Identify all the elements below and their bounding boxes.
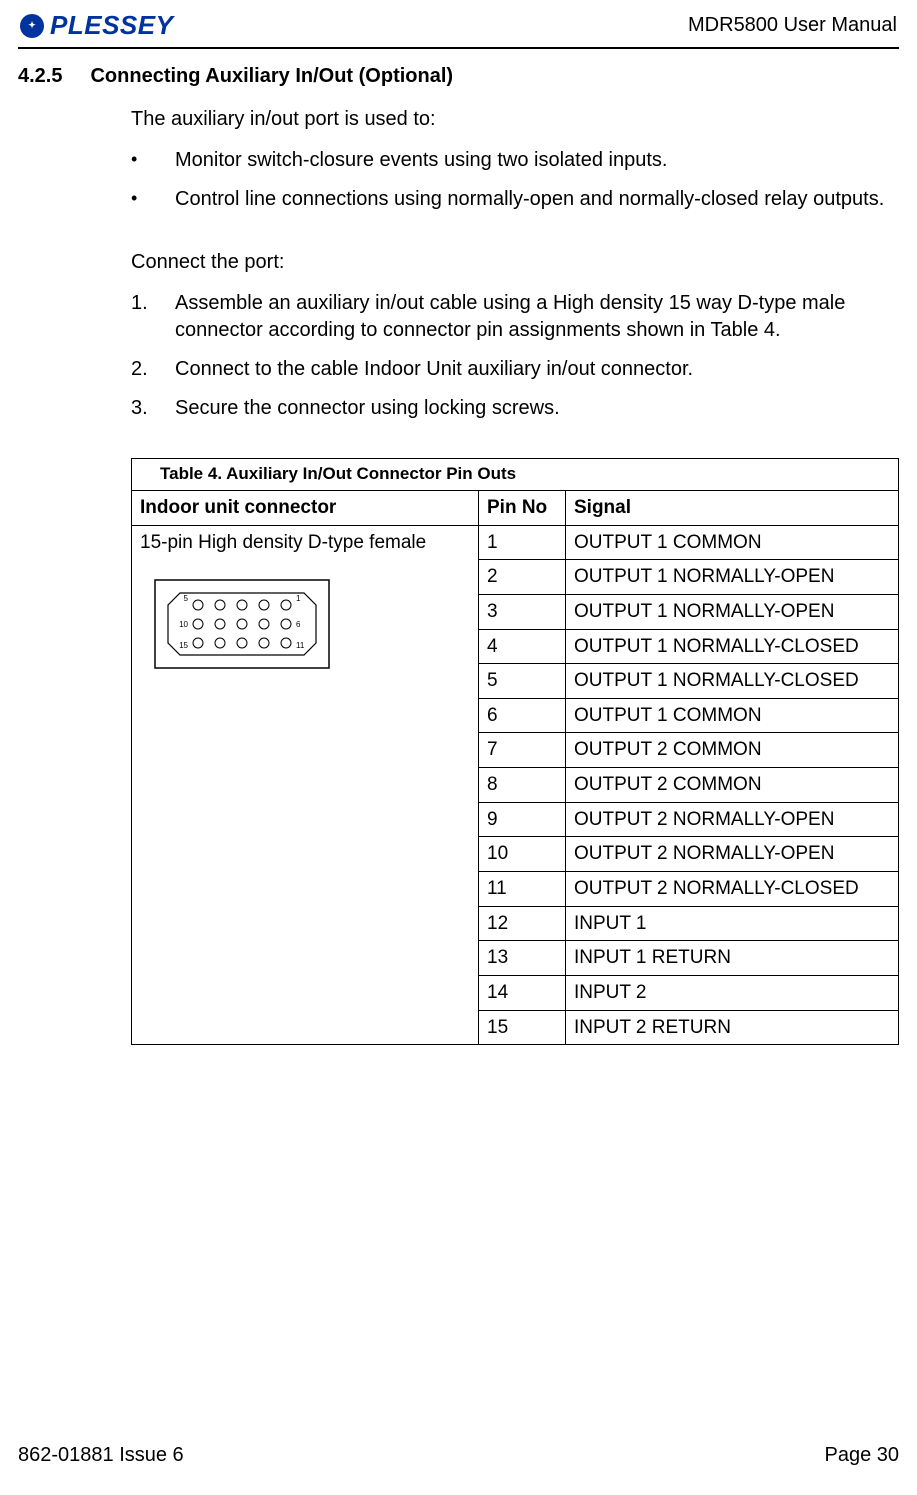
document-title: MDR5800 User Manual <box>688 14 897 37</box>
signal-cell: OUTPUT 1 NORMALLY-CLOSED <box>566 664 899 699</box>
pin-label: 6 <box>296 620 301 629</box>
table-row: 15-pin High density D-type female <box>132 525 899 560</box>
page: ✦ PLESSEY MDR5800 User Manual 4.2.5 Conn… <box>0 0 917 1495</box>
pin-cell: 1 <box>479 525 566 560</box>
intro-paragraph: The auxiliary in/out port is used to: <box>131 106 899 133</box>
pin-label: 1 <box>296 594 301 603</box>
step-item: 3. Secure the connector using locking sc… <box>131 395 899 422</box>
pin-cell: 2 <box>479 560 566 595</box>
table-caption: Table 4. Auxiliary In/Out Connector Pin … <box>132 459 899 491</box>
signal-cell: OUTPUT 2 NORMALLY-OPEN <box>566 802 899 837</box>
header-divider <box>18 47 899 49</box>
col-header-connector: Indoor unit connector <box>132 490 479 525</box>
pin-cell: 11 <box>479 871 566 906</box>
signal-cell: OUTPUT 1 COMMON <box>566 525 899 560</box>
pin-cell: 12 <box>479 906 566 941</box>
pin-label: 15 <box>179 641 188 650</box>
section-title: Connecting Auxiliary In/Out (Optional) <box>90 65 453 88</box>
pin-cell: 4 <box>479 629 566 664</box>
step-text: Assemble an auxiliary in/out cable using… <box>175 290 899 344</box>
col-header-pin: Pin No <box>479 490 566 525</box>
col-header-signal: Signal <box>566 490 899 525</box>
pin-label: 11 <box>296 641 305 650</box>
step-number: 1. <box>131 290 175 344</box>
connector-diagram: 5 1 10 6 15 11 <box>154 579 330 677</box>
pin-cell: 15 <box>479 1010 566 1045</box>
bullet-item: • Monitor switch-closure events using tw… <box>131 147 899 174</box>
footer-left: 862-01881 Issue 6 <box>18 1444 184 1467</box>
signal-cell: OUTPUT 2 NORMALLY-CLOSED <box>566 871 899 906</box>
table-header-row: Indoor unit connector Pin No Signal <box>132 490 899 525</box>
pinout-table: Table 4. Auxiliary In/Out Connector Pin … <box>131 458 899 1045</box>
signal-cell: INPUT 1 RETURN <box>566 941 899 976</box>
pin-cell: 6 <box>479 698 566 733</box>
brand-name: PLESSEY <box>50 10 173 41</box>
step-text: Secure the connector using locking screw… <box>175 395 899 422</box>
pin-label: 10 <box>179 620 188 629</box>
step-text: Connect to the cable Indoor Unit auxilia… <box>175 356 899 383</box>
pin-cell: 7 <box>479 733 566 768</box>
pin-cell: 9 <box>479 802 566 837</box>
section-number: 4.2.5 <box>18 65 62 88</box>
signal-cell: OUTPUT 2 COMMON <box>566 768 899 803</box>
step-number: 2. <box>131 356 175 383</box>
signal-cell: OUTPUT 2 COMMON <box>566 733 899 768</box>
brand-logo: ✦ PLESSEY <box>20 10 173 41</box>
signal-cell: OUTPUT 2 NORMALLY-OPEN <box>566 837 899 872</box>
bullet-marker: • <box>131 186 175 213</box>
section-heading: 4.2.5 Connecting Auxiliary In/Out (Optio… <box>18 65 899 88</box>
signal-cell: INPUT 2 RETURN <box>566 1010 899 1045</box>
bullet-item: • Control line connections using normall… <box>131 186 899 213</box>
footer-right: Page 30 <box>824 1444 899 1467</box>
step-item: 2. Connect to the cable Indoor Unit auxi… <box>131 356 899 383</box>
signal-cell: OUTPUT 1 COMMON <box>566 698 899 733</box>
connector-type-label: 15-pin High density D-type female <box>140 530 470 556</box>
signal-cell: OUTPUT 1 NORMALLY-CLOSED <box>566 629 899 664</box>
signal-cell: OUTPUT 1 NORMALLY-OPEN <box>566 560 899 595</box>
pin-cell: 14 <box>479 975 566 1010</box>
pin-cell: 5 <box>479 664 566 699</box>
bullet-text: Control line connections using normally-… <box>175 186 899 213</box>
connector-cell: 15-pin High density D-type female <box>132 525 479 1045</box>
bullet-marker: • <box>131 147 175 174</box>
signal-cell: OUTPUT 1 NORMALLY-OPEN <box>566 594 899 629</box>
step-number: 3. <box>131 395 175 422</box>
signal-cell: INPUT 2 <box>566 975 899 1010</box>
logo-mark: ✦ <box>20 14 44 38</box>
bullet-text: Monitor switch-closure events using two … <box>175 147 899 174</box>
pin-cell: 8 <box>479 768 566 803</box>
pin-cell: 13 <box>479 941 566 976</box>
page-header: ✦ PLESSEY MDR5800 User Manual <box>18 10 899 47</box>
page-footer: 862-01881 Issue 6 Page 30 <box>18 1444 899 1467</box>
db15-connector-icon: 5 1 10 6 15 11 <box>154 579 330 669</box>
step-item: 1. Assemble an auxiliary in/out cable us… <box>131 290 899 344</box>
table-caption-row: Table 4. Auxiliary In/Out Connector Pin … <box>132 459 899 491</box>
signal-cell: INPUT 1 <box>566 906 899 941</box>
pin-cell: 10 <box>479 837 566 872</box>
pin-cell: 3 <box>479 594 566 629</box>
section-body: The auxiliary in/out port is used to: • … <box>131 106 899 1045</box>
pin-label: 5 <box>184 594 189 603</box>
logo-mark-inner: ✦ <box>28 20 36 31</box>
connect-label: Connect the port: <box>131 249 899 276</box>
